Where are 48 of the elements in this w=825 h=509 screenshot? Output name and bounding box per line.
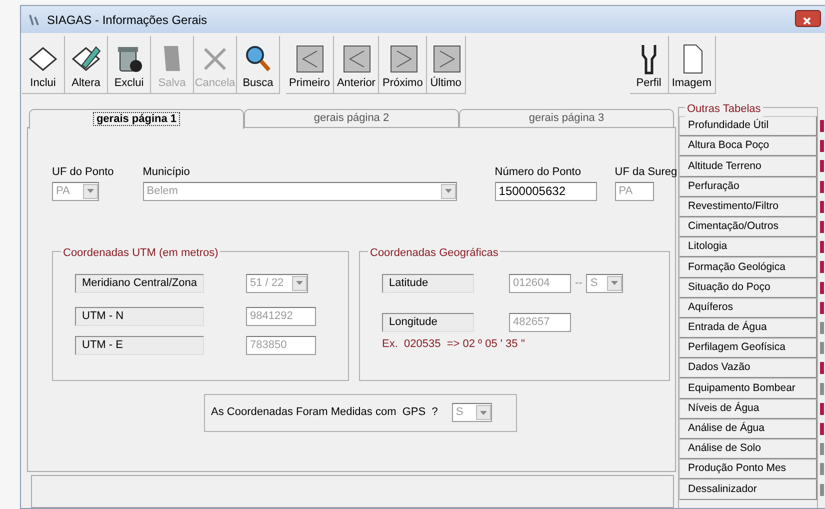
toolbar-button[interactable]: Imagem bbox=[668, 36, 716, 94]
field-label: Longitude bbox=[382, 312, 474, 332]
input-field[interactable]: 1500005632 bbox=[494, 182, 597, 200]
toolbar-button[interactable]: Busca bbox=[237, 36, 280, 94]
field-label: Número do Ponto bbox=[494, 165, 582, 180]
list-item[interactable]: Análise de Água bbox=[679, 418, 817, 439]
field-label: UF do Ponto bbox=[52, 165, 114, 180]
list-item[interactable]: Profundidade Útil bbox=[679, 116, 817, 136]
toolbar-button[interactable]: Perfil bbox=[630, 36, 669, 94]
tab[interactable]: gerais página 1 bbox=[29, 109, 244, 129]
list-item[interactable]: Aquíferos bbox=[679, 298, 817, 318]
toolbar-button[interactable]: Último bbox=[426, 36, 466, 94]
toolbar-button[interactable]: Primeiro bbox=[286, 36, 334, 94]
tab[interactable]: gerais página 2 bbox=[244, 109, 459, 127]
group-title: Coordenadas Geográficas bbox=[368, 244, 500, 261]
toolbar-button[interactable]: Anterior bbox=[334, 36, 380, 94]
list-item[interactable]: Produção Ponto Mes bbox=[679, 459, 817, 480]
list-item[interactable]: Formação Geológica bbox=[679, 257, 817, 278]
toolbar-button[interactable]: Próximo bbox=[379, 36, 427, 94]
toolbar-button[interactable]: Altera bbox=[65, 36, 108, 94]
field-label: As Coordenadas Foram Medidas com GPS ? bbox=[211, 405, 438, 420]
field-label: Latitude bbox=[382, 274, 474, 292]
field-label: UF da Sureg bbox=[614, 165, 678, 180]
list-item[interactable]: Equipamento Bombear bbox=[679, 378, 817, 399]
separator-text: -- bbox=[575, 276, 582, 291]
toolbar-button[interactable]: Exclui bbox=[108, 36, 151, 94]
list-item[interactable]: Altura Boca Poço bbox=[679, 136, 817, 156]
list-item[interactable]: Revestimento/Filtro bbox=[679, 196, 817, 217]
list-item[interactable]: Níveis de Água bbox=[679, 398, 817, 419]
list-item[interactable]: Entrada de Água bbox=[679, 318, 817, 338]
field-label: Município bbox=[142, 165, 191, 180]
list-item[interactable]: Análise de Solo bbox=[679, 439, 817, 460]
list-item[interactable]: Perfilagem Geofísica bbox=[679, 338, 817, 358]
toolbar-button[interactable]: Inclui bbox=[22, 36, 65, 94]
list-item[interactable]: Cimentação/Outros bbox=[679, 216, 817, 238]
hint-text: Ex. 020535 => 02 º 05 ' 35 '' bbox=[382, 336, 526, 352]
tab[interactable]: gerais página 3 bbox=[459, 109, 674, 127]
field-label: UTM - E bbox=[75, 336, 204, 354]
list-item[interactable]: Situação do Poço bbox=[679, 278, 817, 298]
list-item[interactable]: Dados Vazão bbox=[679, 358, 817, 378]
window-title: SIAGAS - Informações Gerais bbox=[47, 12, 208, 28]
group-title: Outras Tabelas bbox=[685, 101, 763, 118]
list-item[interactable]: Altitude Terreno bbox=[679, 156, 817, 177]
list-item[interactable]: Litologia bbox=[679, 237, 817, 258]
list-item[interactable]: Dessalinizador bbox=[679, 479, 817, 500]
field-label: Meridiano Central/Zona bbox=[75, 274, 204, 292]
field-label: UTM - N bbox=[75, 306, 204, 326]
list-item[interactable]: Perfuração bbox=[679, 176, 817, 197]
